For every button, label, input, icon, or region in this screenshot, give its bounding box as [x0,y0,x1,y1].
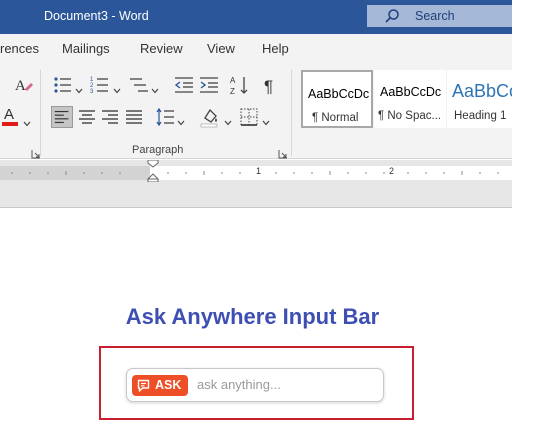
title-bar: Document3 - Word Search [0,0,512,34]
style-sample: AaBbCcDc [380,85,442,99]
bullets-icon[interactable] [52,74,74,96]
search-icon [384,8,400,24]
increase-indent-icon[interactable] [198,74,220,96]
multilevel-list-icon[interactable] [128,74,150,96]
style-name: ¶ No Spac... [378,110,442,122]
svg-text:¶: ¶ [264,77,273,96]
search-box[interactable]: Search [367,5,512,27]
chevron-down-icon[interactable] [177,114,185,126]
group-divider [291,70,292,156]
ask-button-label: ASK [155,378,182,392]
align-right-icon[interactable] [99,106,121,128]
sort-icon[interactable]: AZ [229,74,251,96]
font-color-letter: A [4,106,15,123]
style-no-spacing[interactable]: AaBbCcDc ¶ No Spac... [374,70,446,128]
chevron-down-icon[interactable] [75,82,83,94]
svg-text:3: 3 [90,89,94,95]
chevron-down-icon[interactable] [113,82,121,94]
ruler-label: 1 [256,166,262,176]
style-sample: AaBbCcDc [308,87,370,101]
paragraph-dialog-launcher-icon[interactable] [278,146,288,159]
justify-icon[interactable] [123,106,145,128]
chevron-down-icon[interactable] [23,115,31,127]
tab-mailings[interactable]: Mailings [62,41,110,56]
ruler-margin [0,166,150,180]
style-normal[interactable]: AaBbCcDc ¶ Normal [301,70,373,128]
style-heading-1[interactable]: AaBbCc Heading 1 [447,70,512,128]
numbering-icon[interactable]: 123 [89,74,111,96]
search-label: Search [415,9,455,23]
svg-text:A: A [15,78,26,94]
ribbon: A A 123 AZ ¶ Paragraph AaBbCcDc ¶ Normal… [0,64,512,159]
chevron-down-icon[interactable] [262,114,270,126]
align-left-icon[interactable] [51,106,73,128]
tab-references[interactable]: rences [0,41,39,56]
indent-marker-icon[interactable] [146,159,160,183]
style-name: Heading 1 [454,110,507,122]
group-divider [40,70,41,156]
decrease-indent-icon[interactable] [173,74,195,96]
paragraph-group-label: Paragraph [132,144,184,156]
ask-input[interactable] [197,377,377,392]
clear-formatting-icon[interactable]: A [12,74,34,96]
line-spacing-icon[interactable] [154,106,176,128]
borders-icon[interactable] [238,106,260,128]
tab-review[interactable]: Review [140,41,183,56]
tab-view[interactable]: View [207,41,235,56]
show-formatting-marks-icon[interactable]: ¶ [260,74,282,96]
ribbon-tabs: rences Mailings Review View Help [0,34,512,64]
tab-help[interactable]: Help [262,41,289,56]
ruler-label: 2 [389,166,395,176]
ask-input-bar[interactable]: ASK [126,368,384,402]
align-center-icon[interactable] [76,106,98,128]
shading-icon[interactable] [199,106,221,128]
style-name: ¶ Normal [312,112,359,124]
chevron-down-icon[interactable] [224,114,232,126]
svg-text:Z: Z [230,87,235,96]
ruler-area: 1 2 [0,159,512,208]
style-sample: AaBbCc [452,81,512,101]
ask-button[interactable]: ASK [132,375,188,396]
font-dialog-launcher-icon[interactable] [31,146,41,159]
window-title: Document3 - Word [44,9,149,23]
svg-text:A: A [230,76,236,85]
chat-bubble-icon [137,379,150,392]
chevron-down-icon[interactable] [151,82,159,94]
page-title: Ask Anywhere Input Bar [125,304,380,329]
